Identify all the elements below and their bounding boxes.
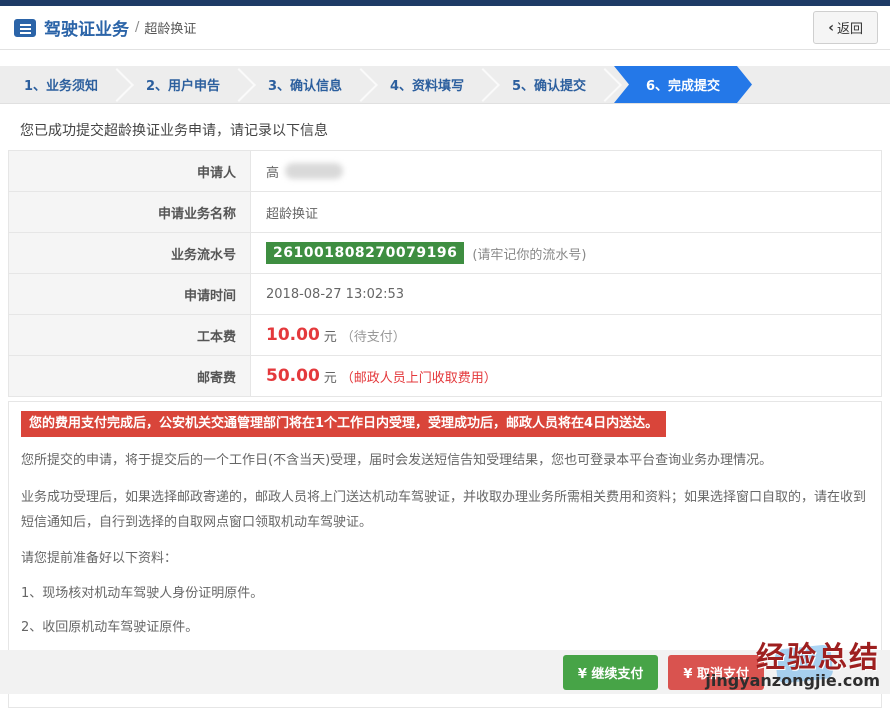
- applicant-name: 高: [266, 165, 280, 181]
- payment-deadline-banner: 您的费用支付完成后，公安机关交通管理部门将在1个工作日内受理，受理成功后，邮政人…: [21, 411, 667, 438]
- step-label: 2、用户申告: [145, 79, 221, 94]
- back-button[interactable]: ‹ 返回: [813, 11, 878, 44]
- page-header: 驾驶证业务 / 超龄换证 ‹ 返回: [0, 6, 890, 50]
- step-label: 5、确认提交: [511, 79, 587, 94]
- table-row-business-name: 申请业务名称 超龄换证: [9, 192, 881, 233]
- step-label: 3、确认信息: [267, 79, 343, 94]
- row-value: 高: [251, 151, 881, 191]
- row-label: 申请时间: [9, 274, 251, 314]
- breadcrumb-separator: /: [135, 20, 140, 35]
- redacted-name-blur: [285, 163, 344, 179]
- row-label: 业务流水号: [9, 233, 251, 273]
- table-row-apply-time: 申请时间 2018-08-27 13:02:53: [9, 274, 881, 315]
- notice-paragraph: 您所提交的申请，将于提交后的一个工作日(不含当天)受理，届时会发送短信告知受理结…: [21, 453, 773, 469]
- step-separator-chevron: [588, 67, 622, 102]
- cancel-payment-button[interactable]: ¥ 取消支付: [668, 654, 764, 690]
- table-row-serial-number: 业务流水号 261001808270079196 (请牢记你的流水号): [9, 233, 881, 274]
- notice-paragraph: 请您提前准备好以下资料：: [21, 551, 178, 567]
- application-info-table: 申请人 高 申请业务名称 超龄换证 业务流水号 2610018082700791…: [8, 150, 882, 397]
- step-label: 1、业务须知: [23, 79, 99, 94]
- row-value: 超龄换证: [251, 192, 881, 232]
- step-2-user-declaration[interactable]: 2、用户申告: [122, 66, 256, 103]
- step-1-business-notice[interactable]: 1、业务须知: [0, 66, 134, 103]
- serial-number-badge: 261001808270079196: [266, 242, 465, 264]
- fee-unit: 元: [323, 329, 337, 345]
- table-row-applicant: 申请人 高: [9, 151, 881, 192]
- production-fee-note: （待支付）: [340, 329, 406, 345]
- row-label: 邮寄费: [9, 356, 251, 396]
- row-value: 50.00 元 （邮政人员上门收取费用）: [251, 356, 881, 396]
- production-fee-amount: 10.00: [266, 325, 320, 345]
- apply-time-value: 2018-08-27 13:02:53: [266, 286, 405, 302]
- table-row-postage-fee: 邮寄费 50.00 元 （邮政人员上门收取费用）: [9, 356, 881, 397]
- step-label: 6、完成提交: [645, 79, 721, 94]
- step-label: 4、资料填写: [389, 79, 465, 94]
- step-6-complete-submit-active[interactable]: 6、完成提交: [614, 66, 752, 103]
- row-value: 261001808270079196 (请牢记你的流水号): [251, 233, 881, 273]
- step-4-fill-materials[interactable]: 4、资料填写: [366, 66, 500, 103]
- notice-paragraph: 业务成功受理后，如果选择邮政寄递的，邮政人员将上门送达机动车驾驶证，并收取办理业…: [21, 489, 867, 530]
- table-row-production-fee: 工本费 10.00 元 （待支付）: [9, 315, 881, 356]
- notice-list-item: 1、现场核对机动车驾驶人身份证明原件。: [21, 585, 264, 601]
- breadcrumb-current: 超龄换证: [144, 22, 197, 37]
- continue-payment-button[interactable]: ¥ 继续支付: [562, 654, 659, 690]
- chevron-left-icon: ‹: [828, 19, 834, 36]
- page-title: 驾驶证业务: [44, 20, 129, 40]
- serial-number-note: (请牢记你的流水号): [472, 247, 587, 263]
- business-name-value: 超龄换证: [266, 206, 319, 222]
- row-label: 申请人: [9, 151, 251, 191]
- step-bar-filler: [752, 66, 890, 103]
- step-wizard: 1、业务须知 2、用户申告 3、确认信息 4、资料填写 5、确认提交 6、完成提…: [0, 66, 890, 104]
- step-5-confirm-submit[interactable]: 5、确认提交: [488, 66, 622, 103]
- footer-action-bar: ¥ 继续支付 ¥ 取消支付: [0, 650, 890, 694]
- notice-list-item: 2、收回原机动车驾驶证原件。: [21, 619, 199, 635]
- row-value: 10.00 元 （待支付）: [251, 315, 881, 355]
- row-label: 申请业务名称: [9, 192, 251, 232]
- postage-fee-amount: 50.00: [266, 366, 320, 386]
- step-3-confirm-info[interactable]: 3、确认信息: [244, 66, 378, 103]
- postage-fee-note: （邮政人员上门收取费用）: [340, 370, 497, 386]
- back-button-label: 返回: [836, 22, 863, 37]
- row-label: 工本费: [9, 315, 251, 355]
- row-value: 2018-08-27 13:02:53: [251, 274, 881, 314]
- success-message: 您已成功提交超龄换证业务申请，请记录以下信息: [20, 123, 328, 139]
- license-business-icon: [14, 18, 36, 37]
- fee-unit: 元: [323, 370, 337, 386]
